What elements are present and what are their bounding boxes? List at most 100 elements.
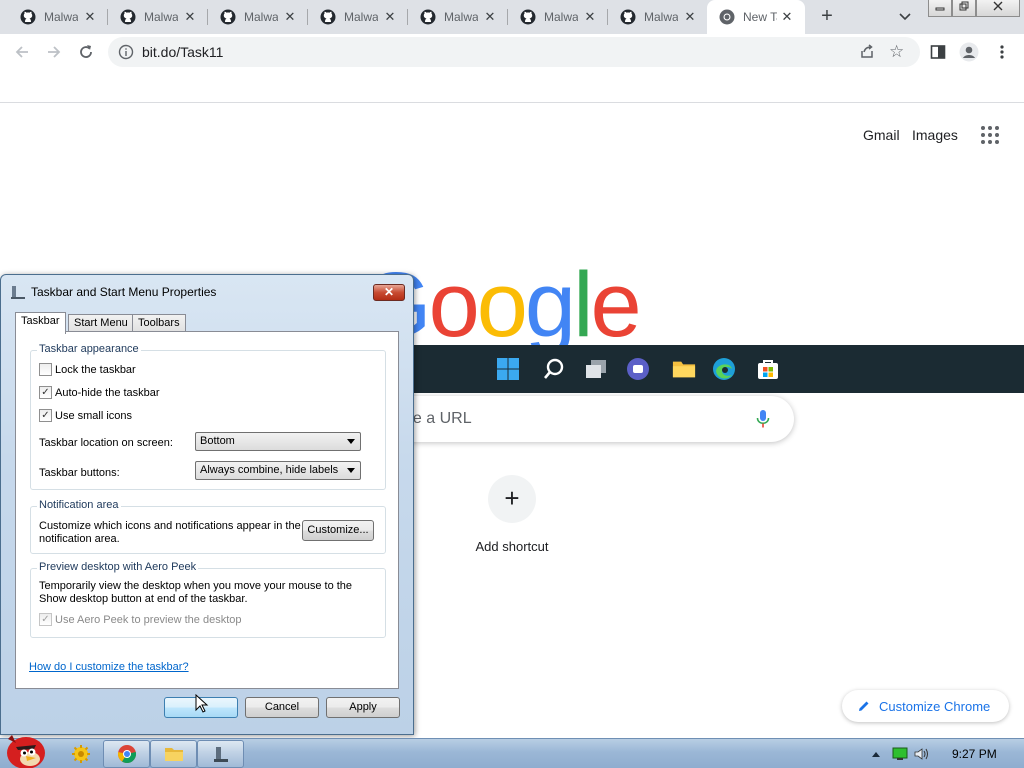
- windows11-taskbar: [412, 345, 1024, 393]
- chrome-icon: [117, 745, 136, 764]
- tab-malware[interactable]: Malware ✕: [8, 0, 108, 34]
- minimize-button[interactable]: [928, 0, 952, 17]
- lock-taskbar-option[interactable]: Lock the taskbar: [39, 363, 136, 376]
- customize-chrome-label: Customize Chrome: [879, 698, 991, 714]
- search-icon[interactable]: [542, 357, 566, 381]
- logo-letter: o: [428, 254, 480, 356]
- taskbar-location-value: Bottom: [200, 435, 235, 447]
- menu-kebab-icon[interactable]: [992, 42, 1012, 62]
- volume-icon[interactable]: [914, 746, 930, 762]
- pinned-app-icon[interactable]: [57, 740, 104, 768]
- aero-peek-checkbox[interactable]: ✓: [39, 613, 52, 626]
- github-icon: [420, 9, 436, 25]
- taskbar-properties-button[interactable]: [197, 740, 244, 768]
- tab-title: Malware: [244, 10, 278, 24]
- notification-area-group: Notification area Customize which icons …: [30, 499, 386, 554]
- close-tab-icon[interactable]: ✕: [779, 9, 795, 25]
- taskbar-buttons-dropdown[interactable]: Always combine, hide labels: [195, 461, 361, 480]
- tab-search-icon[interactable]: [895, 8, 915, 26]
- close-tab-icon[interactable]: ✕: [582, 9, 598, 25]
- edge-browser-icon[interactable]: [712, 357, 736, 381]
- site-info-icon[interactable]: [118, 44, 134, 63]
- autohide-taskbar-checkbox[interactable]: ✓: [39, 386, 52, 399]
- close-tab-icon[interactable]: ✕: [482, 9, 498, 25]
- taskbar-explorer-button[interactable]: [150, 740, 197, 768]
- tab-new-tab[interactable]: New Tab✕: [707, 0, 805, 34]
- tab-title: Malware: [644, 10, 678, 24]
- taskbar-appearance-title: Taskbar appearance: [37, 343, 141, 355]
- autohide-taskbar-label: Auto-hide the taskbar: [55, 386, 160, 399]
- small-icons-option[interactable]: ✓ Use small icons: [39, 409, 132, 422]
- taskbar-location-dropdown[interactable]: Bottom: [195, 432, 361, 451]
- profile-avatar-icon[interactable]: [959, 42, 979, 62]
- taskbar-properties-icon: [10, 284, 26, 300]
- angry-bird-start-icon[interactable]: [2, 731, 48, 768]
- taskbar-properties-icon: [213, 747, 228, 762]
- pencil-icon: [857, 699, 871, 713]
- browser-toolbar: bit.do/Task11 ☆: [0, 34, 1024, 70]
- tab-malware[interactable]: Malware ✕: [408, 0, 508, 34]
- cancel-button[interactable]: Cancel: [245, 697, 319, 718]
- taskbar-chrome-button[interactable]: [103, 740, 150, 768]
- forward-icon[interactable]: [44, 42, 64, 62]
- gmail-link[interactable]: Gmail: [863, 127, 900, 143]
- apply-button[interactable]: Apply: [326, 697, 400, 718]
- tab-malware[interactable]: Malware ✕: [308, 0, 408, 34]
- images-link[interactable]: Images: [912, 127, 958, 143]
- network-status-icon[interactable]: [892, 746, 908, 762]
- clock-time[interactable]: 9:27 PM: [952, 747, 997, 761]
- aero-peek-label: Use Aero Peek to preview the desktop: [55, 613, 242, 626]
- logo-letter: e: [590, 254, 642, 356]
- tab-malware[interactable]: Malware ✕: [108, 0, 208, 34]
- show-hidden-icons-arrow-icon[interactable]: [868, 746, 884, 762]
- file-explorer-icon[interactable]: [672, 357, 696, 381]
- new-tab-button[interactable]: +: [815, 5, 839, 29]
- dialog-close-button[interactable]: ✕: [373, 284, 405, 301]
- tab-malware[interactable]: Malware ✕: [608, 0, 708, 34]
- lock-taskbar-checkbox[interactable]: [39, 363, 52, 376]
- teams-chat-icon[interactable]: [626, 357, 650, 381]
- restore-button[interactable]: [952, 0, 976, 17]
- address-bar[interactable]: bit.do/Task11 ☆: [108, 37, 920, 67]
- tab-title: Malware: [44, 10, 78, 24]
- tab-title: Malware: [544, 10, 578, 24]
- side-panel-icon[interactable]: [928, 42, 948, 62]
- folder-icon: [164, 748, 183, 761]
- tab-malware[interactable]: Malware ✕: [208, 0, 308, 34]
- close-tab-icon[interactable]: ✕: [382, 9, 398, 25]
- close-tab-icon[interactable]: ✕: [182, 9, 198, 25]
- microsoft-store-icon[interactable]: [756, 357, 780, 381]
- add-shortcut-label[interactable]: Add shortcut: [462, 539, 562, 554]
- tab-malware[interactable]: Malware ✕: [508, 0, 608, 34]
- help-link[interactable]: How do I customize the taskbar?: [29, 661, 189, 673]
- url-text[interactable]: bit.do/Task11: [142, 44, 223, 60]
- voice-search-icon[interactable]: [756, 409, 770, 432]
- github-icon: [220, 9, 236, 25]
- google-apps-icon[interactable]: [980, 125, 1000, 145]
- notification-area-title: Notification area: [37, 499, 121, 511]
- share-icon[interactable]: [858, 43, 876, 64]
- autohide-taskbar-option[interactable]: ✓ Auto-hide the taskbar: [39, 386, 160, 399]
- aero-peek-title: Preview desktop with Aero Peek: [37, 561, 199, 573]
- customize-notifications-button[interactable]: Customize...: [302, 520, 374, 541]
- task-view-icon[interactable]: [584, 357, 608, 381]
- add-shortcut-button[interactable]: +: [488, 475, 536, 523]
- customize-chrome-button[interactable]: Customize Chrome: [842, 690, 1009, 722]
- close-window-button[interactable]: [976, 0, 1020, 17]
- bookmark-star-icon[interactable]: ☆: [889, 42, 904, 62]
- tab-title: New Tab: [743, 10, 777, 24]
- windows-start-icon[interactable]: [496, 357, 520, 381]
- small-icons-checkbox[interactable]: ✓: [39, 409, 52, 422]
- dialog-title: Taskbar and Start Menu Properties: [31, 285, 217, 299]
- taskbar-tab-panel: Taskbar appearance Lock the taskbar ✓ Au…: [15, 331, 399, 689]
- close-tab-icon[interactable]: ✕: [682, 9, 698, 25]
- reload-icon[interactable]: [76, 42, 96, 62]
- github-icon: [20, 9, 36, 25]
- tab-title: Malware: [444, 10, 478, 24]
- notification-area-description: Customize which icons and notifications …: [39, 520, 301, 545]
- back-icon[interactable]: [12, 42, 32, 62]
- tab-taskbar[interactable]: Taskbar: [15, 312, 66, 334]
- aero-peek-option[interactable]: ✓ Use Aero Peek to preview the desktop: [39, 613, 242, 626]
- close-tab-icon[interactable]: ✕: [82, 9, 98, 25]
- close-tab-icon[interactable]: ✕: [282, 9, 298, 25]
